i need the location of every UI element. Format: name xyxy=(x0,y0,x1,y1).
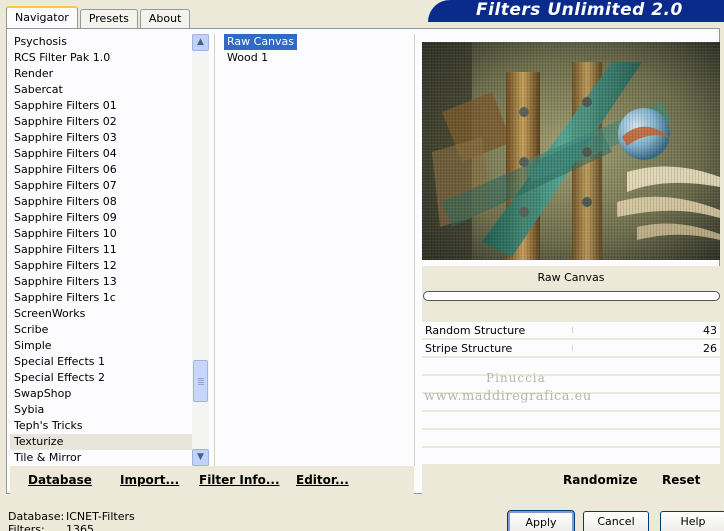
category-item[interactable]: Sapphire Filters 1c xyxy=(10,290,192,306)
category-item[interactable]: Sapphire Filters 07 xyxy=(10,178,192,194)
list-divider xyxy=(214,34,215,466)
editor-button[interactable]: Editor... xyxy=(296,473,349,487)
tab-navigator[interactable]: Navigator xyxy=(6,6,78,28)
import-button[interactable]: Import... xyxy=(120,473,179,487)
filter-preview-image xyxy=(422,42,720,260)
category-scrollbar[interactable]: ▲ ▼ xyxy=(192,34,209,466)
category-item[interactable]: Sapphire Filters 01 xyxy=(10,98,192,114)
filter-name-label: Raw Canvas xyxy=(537,271,605,284)
tab-presets[interactable]: Presets xyxy=(79,9,138,28)
status-filters: Filters: 1365 xyxy=(8,523,94,531)
tab-bar: Navigator Presets About xyxy=(6,6,192,28)
filter-list[interactable]: Raw Canvas Wood 1 xyxy=(224,34,414,66)
watermark-author: Pinuccia xyxy=(486,371,546,385)
category-item[interactable]: Render xyxy=(10,66,192,82)
app-banner: Filters Unlimited 2.0 xyxy=(428,0,724,22)
category-item[interactable]: Sybia xyxy=(10,402,192,418)
database-button[interactable]: Database xyxy=(28,473,92,487)
panel-divider xyxy=(414,34,415,466)
category-item[interactable]: Sapphire Filters 10 xyxy=(10,226,192,242)
category-item[interactable]: SwapShop xyxy=(10,386,192,402)
category-item[interactable]: Scribe xyxy=(10,322,192,338)
filter-item-raw-canvas[interactable]: Raw Canvas xyxy=(224,34,298,50)
param-stripe-structure[interactable]: Stripe Structure 26 xyxy=(422,340,720,357)
parameter-toolbar: Randomize Reset xyxy=(422,466,720,494)
status-database: Database: ICNET-Filters xyxy=(8,510,135,523)
category-item[interactable]: Sapphire Filters 06 xyxy=(10,162,192,178)
param-random-structure[interactable]: Random Structure 43 xyxy=(422,322,720,339)
cancel-button[interactable]: Cancel xyxy=(583,511,649,531)
category-item[interactable]: Sapphire Filters 03 xyxy=(10,130,192,146)
apply-button[interactable]: Apply xyxy=(507,510,575,531)
scroll-thumb[interactable] xyxy=(193,360,208,402)
category-item[interactable]: Sapphire Filters 02 xyxy=(10,114,192,130)
reset-button[interactable]: Reset xyxy=(662,473,700,487)
category-item[interactable]: Sapphire Filters 11 xyxy=(10,242,192,258)
tab-about[interactable]: About xyxy=(139,9,191,28)
param-empty xyxy=(422,358,720,375)
progress-bar xyxy=(423,291,720,301)
param-value: 43 xyxy=(703,324,717,337)
category-list[interactable]: Psychosis RCS Filter Pak 1.0 Render Saberca… xyxy=(10,34,192,466)
param-empty xyxy=(422,412,720,429)
scroll-up-button[interactable]: ▲ xyxy=(192,34,209,51)
category-item[interactable]: RCS Filter Pak 1.0 xyxy=(10,50,192,66)
category-item[interactable]: ScreenWorks xyxy=(10,306,192,322)
randomize-button[interactable]: Randomize xyxy=(563,473,637,487)
param-label: Stripe Structure xyxy=(425,342,513,355)
category-item[interactable]: Teph's Tricks xyxy=(10,418,192,434)
category-item[interactable]: Sabercat xyxy=(10,82,192,98)
category-item[interactable]: Tile & Mirror xyxy=(10,450,192,466)
category-item[interactable]: Sapphire Filters 04 xyxy=(10,146,192,162)
filter-item-wood-1[interactable]: Wood 1 xyxy=(224,50,271,66)
watermark-url: www.maddiregrafica.eu xyxy=(424,389,592,404)
category-item[interactable]: Simple xyxy=(10,338,192,354)
category-item[interactable]: Special Effects 2 xyxy=(10,370,192,386)
help-button[interactable]: Help xyxy=(660,511,724,531)
category-item[interactable]: Texturize xyxy=(10,434,192,450)
category-item[interactable]: Sapphire Filters 13 xyxy=(10,274,192,290)
category-item[interactable]: Sapphire Filters 12 xyxy=(10,258,192,274)
category-item[interactable]: Special Effects 1 xyxy=(10,354,192,370)
param-empty xyxy=(422,430,720,447)
param-value: 26 xyxy=(703,342,717,355)
category-item[interactable]: Sapphire Filters 08 xyxy=(10,194,192,210)
param-label: Random Structure xyxy=(425,324,526,337)
filter-info-button[interactable]: Filter Info... xyxy=(199,473,280,487)
param-empty xyxy=(422,448,720,465)
category-item[interactable]: Psychosis xyxy=(10,34,192,50)
navigator-toolbar: Database Import... Filter Info... Editor… xyxy=(10,466,414,494)
scroll-down-button[interactable]: ▼ xyxy=(192,449,209,466)
category-item[interactable]: Sapphire Filters 09 xyxy=(10,210,192,226)
